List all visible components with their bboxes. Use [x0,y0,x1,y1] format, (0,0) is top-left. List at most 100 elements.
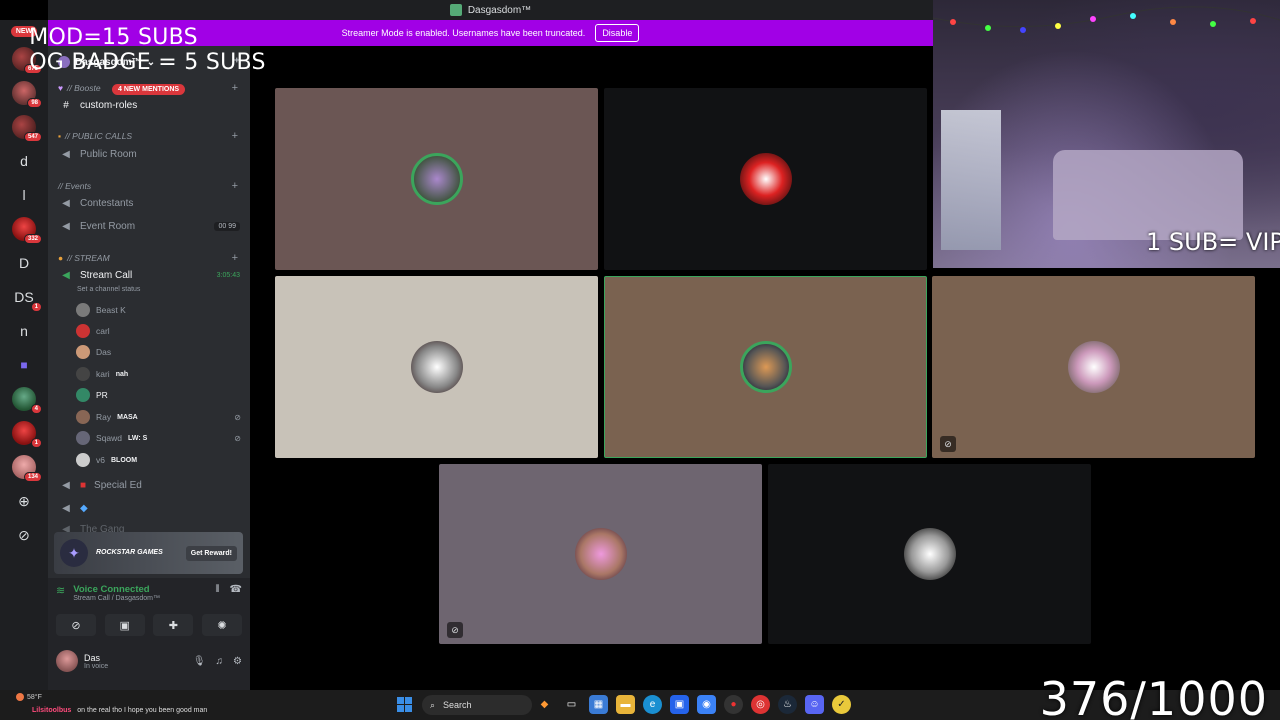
edge-icon[interactable]: e [643,695,662,714]
app-icon[interactable]: ▣ [670,695,689,714]
speaker-icon: ◀ [62,198,70,209]
file-explorer-icon[interactable]: ▬ [616,695,635,714]
app-icon[interactable]: ◉ [697,695,716,714]
server-icon[interactable]: 332 [12,217,42,244]
steam-icon[interactable]: ♨ [778,695,797,714]
screen-share-button[interactable]: ▣ [104,614,145,636]
voice-user[interactable]: carl [76,324,241,338]
deafened-icon: ⊘ [234,412,241,422]
disconnect-icon[interactable]: ☎ [230,584,242,595]
mod-sub-text: MOD=15 SUBS [29,25,198,50]
avatar [574,528,627,580]
user-tag: BLOOM [110,456,138,464]
server-icon[interactable]: n [12,319,36,343]
discover-icon[interactable]: ⊘ [12,523,36,547]
category-events[interactable]: // Events + [58,180,238,192]
avatar [76,431,90,445]
deafened-icon: ⊘ [447,622,463,638]
camera-off-icon: ⊘ [940,436,956,452]
noise-suppression-icon[interactable]: ⫴ [215,584,219,595]
task-view-icon[interactable]: ▭ [562,695,581,714]
voice-user[interactable]: v6 BLOOM [76,453,241,467]
voice-user[interactable]: kari nah [76,367,241,381]
server-icon[interactable]: 1 [12,421,42,448]
voice-user[interactable]: Ray MASA ⊘ [76,410,241,424]
server-icon[interactable]: DS 1 [12,285,42,312]
voice-user[interactable]: Sqawd LW: S ⊘ [76,431,241,445]
soundboard-button[interactable]: ✺ [201,614,242,636]
windows-start-icon[interactable] [397,697,412,712]
category-stream[interactable]: ● // STREAM + [58,252,238,264]
discord-icon[interactable]: ☺ [805,695,824,714]
weather-widget[interactable]: 58°F [16,693,42,701]
voice-user-name: carl [96,326,110,336]
avatar[interactable] [56,650,78,672]
rockstar-promo-banner[interactable]: ✦ ROCKSTAR GAMES Get Reward! [54,532,243,574]
channel-label: Contestants [80,198,134,209]
chrome-icon[interactable]: ◎ [751,695,770,714]
stream-overlay-top: MOD=15 SUBS OG BADGE = 5 SUBS [0,0,294,100]
activities-button[interactable]: ✚ [153,614,194,636]
mic-icon[interactable]: 🎙︎ [193,656,206,667]
participant-tile[interactable] [604,88,927,270]
channel-label: Special Ed [94,480,142,491]
channel-public-room[interactable]: ◀ Public Room [60,149,240,160]
avatar [903,528,956,580]
voice-user-name: PR [96,390,108,400]
headphones-icon[interactable]: ♫ [216,656,224,667]
add-channel-icon[interactable]: + [232,130,238,142]
participant-tile[interactable] [275,276,598,458]
get-reward-button[interactable]: Get Reward! [185,545,237,561]
window-light [941,110,1001,250]
app-icon [449,4,462,16]
unread-badge: 1 [30,438,42,448]
speaker-icon: ◀ [62,270,70,281]
voice-location[interactable]: Stream Call / Dasgasdom™ [73,595,160,602]
participant-tile[interactable] [275,88,598,270]
channel-custom-roles[interactable]: # custom-roles [60,100,240,111]
add-channel-icon[interactable]: + [232,252,238,264]
camera-button[interactable]: ⊘ [56,614,96,636]
signal-icon[interactable]: ≋ [56,584,65,597]
diamond-icon: ◆ [80,503,88,514]
folder-icon[interactable]: ■ [12,353,36,377]
server-icon[interactable]: 547 [12,115,42,142]
server-icon[interactable]: l [12,183,36,207]
voice-status[interactable]: Voice Connected [73,584,160,595]
category-public-calls[interactable]: ▪ // PUBLIC CALLS + [58,130,238,142]
server-icon[interactable]: D [12,251,36,275]
taskbar-search[interactable]: ⌕ Search [422,695,532,715]
channel-status-hint[interactable]: Set a channel status [77,286,140,293]
voice-user-name: kari [96,369,110,379]
server-icon[interactable]: 134 [12,455,42,482]
stream-emoji-icon: ● [58,253,64,263]
taskbar-apps: ◆ ▭ ▦ ▬ e ▣ ◉ ● ◎ ♨ ☺ ✓ [535,695,851,714]
record-icon[interactable]: ● [724,695,743,714]
channel-event-room[interactable]: ◀ Event Room 00 99 [60,221,240,232]
channel-emoji-icon: ■ [80,480,87,491]
participant-tile[interactable]: ⊘ [439,464,762,644]
voice-user[interactable]: Beast K [76,303,241,317]
voice-user[interactable]: PR [76,388,241,402]
app-icon[interactable]: ✓ [832,695,851,714]
store-icon[interactable]: ▦ [589,695,608,714]
voice-user[interactable]: Das [76,345,241,359]
disable-button[interactable]: Disable [595,24,640,42]
participant-tile[interactable]: ⊘ [932,276,1255,458]
channel-contestants[interactable]: ◀ Contestants [60,198,240,209]
add-channel-icon[interactable]: + [232,180,238,192]
add-server-icon[interactable]: ⊕ [12,489,36,513]
channel-special-ed[interactable]: ◀ ■ Special Ed [60,480,240,491]
gear-icon[interactable]: ⚙ [233,656,242,667]
server-icon[interactable]: 4 [12,387,42,414]
participant-tile[interactable] [768,464,1091,644]
participant-tile[interactable] [604,276,927,458]
voice-user-name: Das [96,347,112,357]
avatar [76,367,90,381]
server-icon[interactable]: d [12,149,36,173]
widgets-icon[interactable]: ◆ [535,695,554,714]
voice-user-name: Sqawd [96,433,122,443]
search-label: Search [443,700,472,710]
channel-diamond[interactable]: ◀ ◆ [60,503,240,514]
channel-stream-call[interactable]: ◀ Stream Call 3:05:43 [60,270,240,281]
